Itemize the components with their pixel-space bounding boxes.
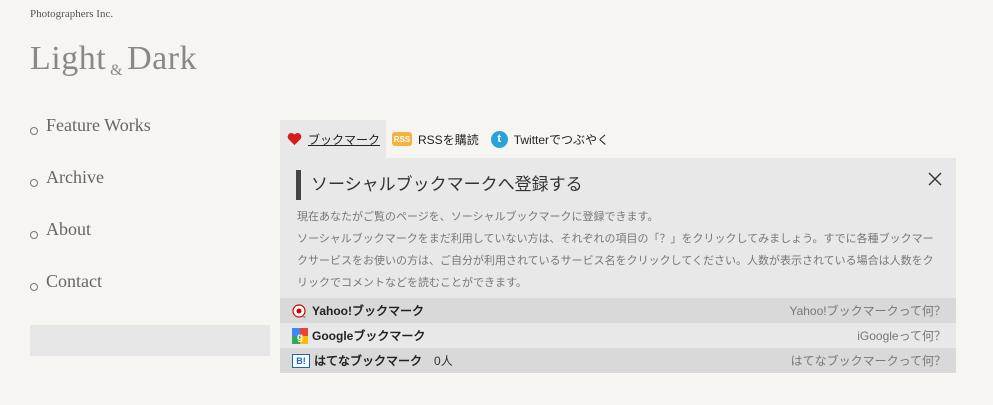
nav-item-feature-works[interactable]: Feature Works [30,112,270,164]
description-paragraph: ソーシャルブックマークをまだ利用していない方は、それぞれの項目の「？」をクリック… [297,233,934,289]
bookmark-count[interactable]: 0人 [434,352,453,369]
service-link-hatena[interactable]: はてなブックマーク [314,352,422,369]
rss-icon: RSS [392,132,413,146]
close-icon[interactable] [928,172,942,186]
svg-text:g: g [297,332,303,343]
service-row-google: g Googleブックマーク iGoogleって何？ [280,323,956,348]
circle-bullet-icon [30,231,38,239]
service-help-yahoo[interactable]: Yahoo!ブックマークって何？ [789,302,946,319]
tab-label: RSSを購読 [418,132,479,147]
twitter-icon: t [490,130,508,148]
service-row-hatena: B! はてなブックマーク 0人 はてなブックマークって何？ [280,348,956,373]
social-bookmark-panel: ソーシャルブックマークへ登録する 現在あなたがご覧のページを、ソーシャルブックマ… [280,158,956,373]
social-tabs: ブックマーク RSS RSSを購読 t Twitterでつぶやく [280,120,615,158]
circle-bullet-icon [30,127,38,135]
google-icon: g [292,327,308,344]
nav-item-label: Feature Works [46,114,151,135]
sidebar-box [30,325,270,356]
logo-ampersand: & [110,62,124,79]
nav-item-label: Archive [46,166,104,187]
tab-twitter[interactable]: t Twitterでつぶやく [485,120,615,158]
site-logo[interactable]: Light & Dark [30,40,197,80]
service-link-yahoo[interactable]: Yahoo!ブックマーク [312,302,424,319]
tab-bookmark[interactable]: ブックマーク [280,120,387,158]
company-name: Photographers Inc. [30,8,114,20]
logo-light: Light [30,40,107,77]
circle-bullet-icon [30,283,38,291]
nav-item-label: About [46,218,91,239]
tab-label: Twitterでつぶやく [513,132,610,147]
tab-rss[interactable]: RSS RSSを購読 [386,120,485,158]
tab-label: ブックマーク [308,132,381,147]
service-link-google[interactable]: Googleブックマーク [312,327,425,344]
circle-bullet-icon [30,179,38,187]
logo-dark: Dark [127,40,198,77]
panel-description: 現在あなたがご覧のページを、ソーシャルブックマークに登録できます。 ソーシャルブ… [297,206,942,294]
service-help-hatena[interactable]: はてなブックマークって何？ [791,352,946,369]
nav-item-about[interactable]: About [30,216,270,268]
heart-icon [286,131,302,147]
hatena-icon: B! [292,353,310,368]
description-line: 現在あなたがご覧のページを、ソーシャルブックマークに登録できます。 [297,211,659,223]
nav-item-archive[interactable]: Archive [30,164,270,216]
main-nav: Feature Works Archive About Contact [30,112,270,320]
service-help-google[interactable]: iGoogleって何？ [857,327,946,344]
service-row-yahoo: Yahoo!ブックマーク Yahoo!ブックマークって何？ [280,298,956,323]
yahoo-icon [292,303,308,319]
nav-item-label: Contact [46,270,102,291]
nav-item-contact[interactable]: Contact [30,268,270,320]
service-list: Yahoo!ブックマーク Yahoo!ブックマークって何？ g Googleブッ… [280,298,956,373]
panel-title: ソーシャルブックマークへ登録する [296,170,583,200]
